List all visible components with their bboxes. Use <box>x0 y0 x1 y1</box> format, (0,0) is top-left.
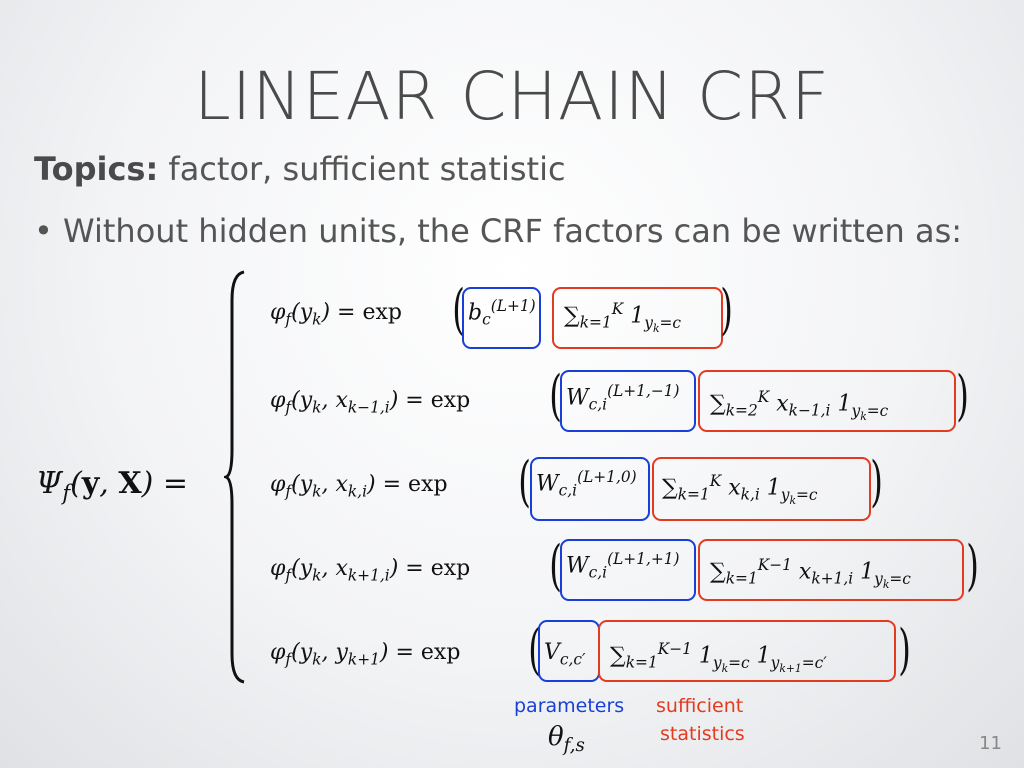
equation-5: φf(yk, yk+1) = exp <box>270 640 461 669</box>
left-brace <box>224 270 245 684</box>
paren-close: ) <box>898 618 911 681</box>
paren-open: ( <box>518 450 531 513</box>
paren-close: ) <box>956 364 969 427</box>
topics-line: Topics: factor, sufficient statistic <box>34 150 566 188</box>
param-3: Wc,i(L+1,0) <box>536 468 637 500</box>
param-4: Wc,i(L+1,+1) <box>566 550 680 582</box>
equation-3: φf(yk, xk,i) = exp <box>270 472 448 501</box>
statistics-label: statistics <box>660 723 745 745</box>
equation-4: φf(yk, xk+1,i) = exp <box>270 556 471 585</box>
topics-label: Topics: <box>34 150 159 188</box>
equation-1: φf(yk) = exp <box>270 300 402 329</box>
stat-5: ∑k=1K−1 1yk=c 1yk+1=c′ <box>610 640 827 675</box>
topics-text: factor, sufficient statistic <box>168 150 566 188</box>
paren-close: ) <box>870 450 883 513</box>
stat-3: ∑k=1K xk,i 1yk=c <box>662 472 818 507</box>
paren-close: ) <box>720 278 733 341</box>
param-2: Wc,i(L+1,−1) <box>566 382 680 414</box>
stat-1: ∑k=1K 1yk=c <box>564 300 681 335</box>
parameters-label: parameters <box>514 695 625 717</box>
param-1: bc(L+1) <box>468 297 536 329</box>
psi-definition: Ψf(y, X) = <box>36 466 188 505</box>
paren-close: ) <box>966 534 979 597</box>
stat-2: ∑k=2K xk−1,i 1yk=c <box>710 388 889 423</box>
sufficient-label: sufficient <box>656 695 744 717</box>
theta-label: θf,s <box>548 722 585 757</box>
slide-title: LINEAR CHAIN CRF <box>194 58 830 135</box>
param-5: Vc,c′ <box>544 640 586 669</box>
page-number: 11 <box>979 733 1002 754</box>
bullet-text: • Without hidden units, the CRF factors … <box>34 212 963 250</box>
stat-4: ∑k=1K−1 xk+1,i 1yk=c <box>710 556 911 591</box>
equation-2: φf(yk, xk−1,i) = exp <box>270 388 471 417</box>
